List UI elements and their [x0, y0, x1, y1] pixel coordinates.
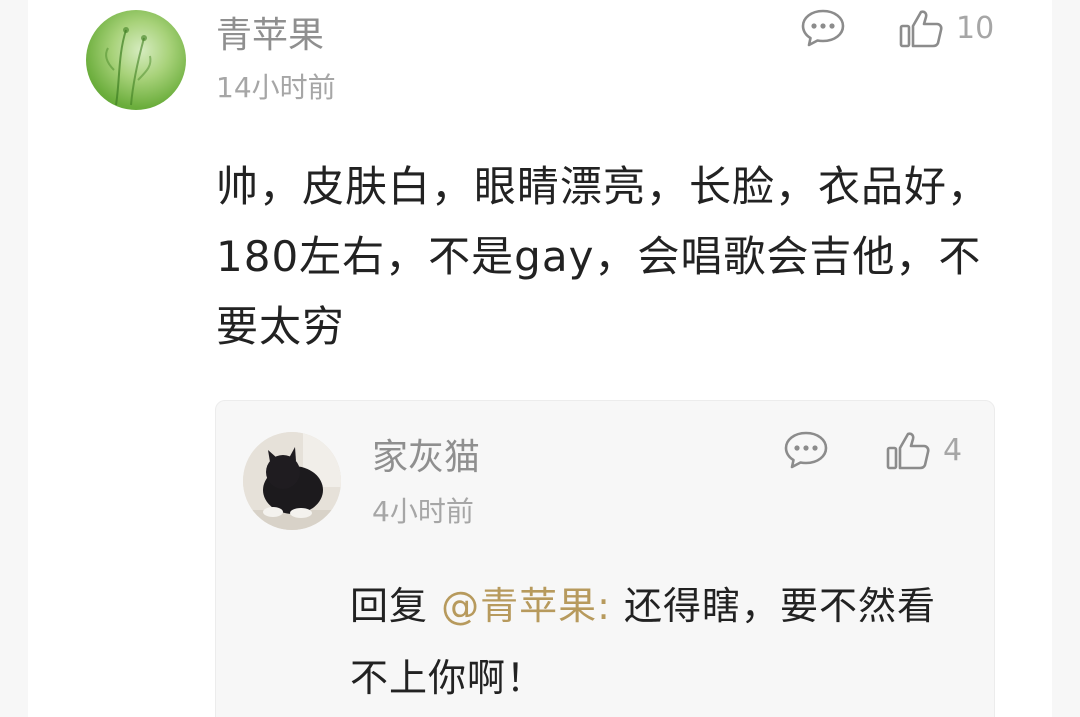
comment-body: 帅，皮肤白，眼睛漂亮，长脸，衣品好，180左右，不是gay，会唱歌会吉他，不要太… [216, 162, 991, 351]
avatar-image [243, 432, 341, 530]
reply-username[interactable]: 家灰猫 [372, 438, 480, 478]
reply-content: 还得瞎，要不然看不上你啊！ [350, 584, 937, 700]
reply-prefix: 回复 [350, 584, 429, 628]
reply-like-count: 4 [943, 433, 963, 468]
reply-like-button[interactable]: 4 [885, 430, 962, 472]
comment-username[interactable]: 青苹果 [216, 16, 324, 56]
thumbs-up-icon [886, 432, 930, 470]
left-gutter [0, 0, 28, 717]
reply-reply-button[interactable] [783, 430, 829, 470]
reply-button[interactable] [800, 8, 846, 48]
avatar-image [105, 27, 152, 106]
like-button[interactable]: 10 [898, 8, 994, 50]
reply-avatar[interactable] [243, 432, 341, 530]
like-count: 10 [956, 11, 995, 46]
thumbs-up-icon [899, 10, 943, 48]
reply-time: 4小时前 [372, 495, 474, 528]
reply-body: 回复 @青苹果: 还得瞎，要不然看不上你啊！ [350, 570, 970, 714]
right-gutter [1052, 0, 1080, 717]
comment-time: 14小时前 [216, 71, 336, 104]
mention-link[interactable]: @青苹果: [441, 584, 611, 628]
comment-bubble-icon [784, 431, 828, 469]
avatar[interactable] [86, 10, 186, 110]
comment-bubble-icon [801, 9, 845, 47]
comment-thread: 青苹果 14小时前 10 帅，皮肤白，眼睛漂亮，长脸，衣品好，180左右，不是g… [0, 0, 1080, 717]
